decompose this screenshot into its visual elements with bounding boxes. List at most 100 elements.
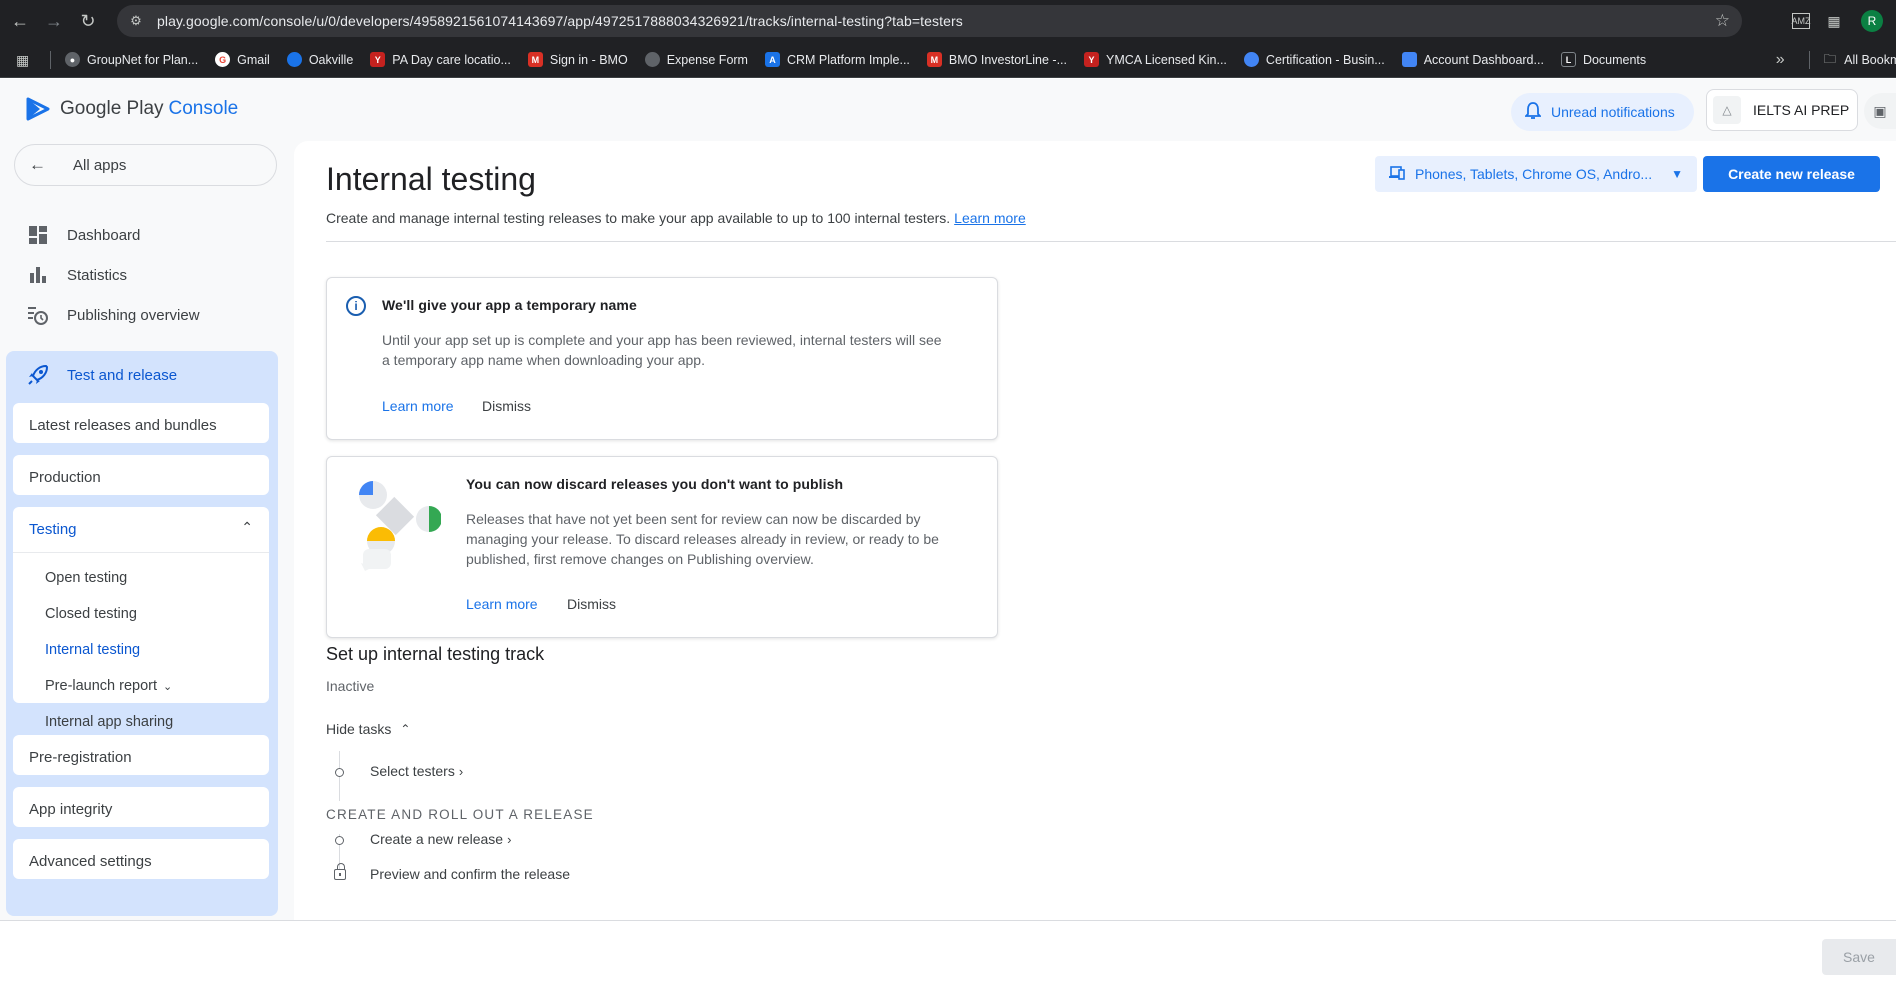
all-apps-button[interactable]: ← All apps bbox=[14, 144, 277, 186]
app-name: IELTS AI PREP bbox=[1753, 102, 1850, 118]
main-content: Internal testing Create and manage inter… bbox=[294, 141, 1896, 989]
globe-icon: ● bbox=[65, 52, 80, 67]
setup-section-title: Set up internal testing track bbox=[326, 644, 545, 664]
bookmark-item[interactable]: Y YMCA Licensed Kin... bbox=[1084, 52, 1227, 67]
forward-icon[interactable]: → bbox=[40, 7, 68, 35]
bookmark-item[interactable]: Certification - Busin... bbox=[1243, 52, 1385, 67]
play-console-app: Google Play Console ← All apps Dashboard… bbox=[0, 79, 1896, 989]
address-bar[interactable]: ⚙ play.google.com/console/u/0/developers… bbox=[117, 5, 1742, 37]
inbox-icon[interactable]: ▣ bbox=[1864, 93, 1896, 129]
card-body: Until your app set up is complete and yo… bbox=[382, 332, 942, 368]
task-pending-icon bbox=[335, 768, 344, 777]
task-label: Select testers bbox=[370, 763, 455, 779]
sidebar-item-label: Latest releases and bundles bbox=[29, 417, 217, 434]
bookmark-item[interactable]: L Documents bbox=[1560, 52, 1646, 67]
play-console-logo[interactable]: Google Play Console bbox=[26, 97, 238, 121]
site-info-icon[interactable]: ⚙ bbox=[127, 12, 145, 30]
bookmark-item[interactable]: Oakville bbox=[286, 52, 353, 67]
bookmark-item[interactable]: G Gmail bbox=[215, 52, 270, 67]
back-icon[interactable]: ← bbox=[6, 7, 34, 35]
page-description: Create and manage internal testing relea… bbox=[326, 210, 1026, 226]
extension-amz-icon[interactable]: AMZ bbox=[1792, 13, 1811, 29]
sidebar-item-latest-releases[interactable]: Latest releases and bundles bbox=[13, 403, 269, 443]
dismiss-button[interactable]: Dismiss bbox=[567, 596, 616, 612]
sidebar-item-open-testing[interactable]: Open testing bbox=[45, 570, 127, 586]
extensions-puzzle-icon[interactable]: ▦ bbox=[1820, 7, 1848, 35]
create-new-release-task[interactable]: Create a new release › bbox=[370, 831, 511, 847]
certification-icon bbox=[1243, 52, 1259, 67]
history-icon bbox=[26, 303, 50, 327]
url-text[interactable]: play.google.com/console/u/0/developers/4… bbox=[157, 13, 963, 29]
bookmark-star-icon[interactable]: ☆ bbox=[1715, 11, 1730, 31]
discard-releases-card: You can now discard releases you don't w… bbox=[326, 456, 998, 638]
bookmark-item[interactable]: ● GroupNet for Plan... bbox=[65, 52, 198, 67]
task-label: Create a new release bbox=[370, 831, 504, 847]
bookmark-item[interactable]: M BMO InvestorLine -... bbox=[926, 52, 1067, 67]
select-testers-task[interactable]: Select testers › bbox=[370, 763, 463, 779]
sidebar-item-advanced-settings[interactable]: Advanced settings bbox=[13, 839, 269, 879]
sidebar-testing-section: Testing ⌃ Open testing Closed testing In… bbox=[13, 507, 269, 730]
ymca-icon: Y bbox=[1084, 52, 1100, 67]
dropdown-caret-icon: ▼ bbox=[1671, 167, 1683, 181]
sidebar-item-pre-launch-report[interactable]: Pre-launch report ⌄ bbox=[45, 678, 172, 694]
sidebar-item-testing[interactable]: Testing bbox=[29, 521, 77, 538]
all-bookmarks-link[interactable]: All Bookmarks bbox=[1844, 53, 1896, 67]
card-title: We'll give your app a temporary name bbox=[382, 297, 637, 313]
sidebar-group-label: Test and release bbox=[67, 366, 178, 384]
discard-illustration-icon bbox=[359, 481, 441, 571]
sidebar-item-pre-registration[interactable]: Pre-registration bbox=[13, 735, 269, 775]
play-logo-icon bbox=[26, 97, 50, 121]
bookmark-item[interactable]: M Sign in - BMO bbox=[527, 52, 628, 67]
save-button[interactable]: Save bbox=[1822, 939, 1896, 975]
salesforce-icon bbox=[286, 52, 302, 67]
documents-icon: L bbox=[1560, 52, 1576, 67]
bar-chart-icon bbox=[26, 263, 50, 287]
bookmarks-divider bbox=[50, 50, 51, 69]
apps-grid-icon[interactable]: ▦ bbox=[16, 52, 32, 68]
sidebar-item-statistics[interactable]: Statistics bbox=[26, 263, 127, 287]
create-new-release-button[interactable]: Create new release bbox=[1703, 156, 1880, 192]
sidebar-item-closed-testing[interactable]: Closed testing bbox=[45, 606, 137, 622]
bmo-icon: M bbox=[527, 52, 543, 67]
chevron-right-icon: › bbox=[507, 832, 512, 847]
sidebar-item-internal-testing[interactable]: Internal testing bbox=[45, 642, 140, 658]
device-type-select[interactable]: Phones, Tablets, Chrome OS, Andro... ▼ bbox=[1375, 156, 1697, 192]
dismiss-button[interactable]: Dismiss bbox=[482, 398, 531, 414]
rocket-icon bbox=[28, 364, 49, 385]
sidebar-item-internal-app-sharing[interactable]: Internal app sharing bbox=[45, 714, 173, 730]
profile-avatar[interactable]: R bbox=[1858, 7, 1886, 35]
temporary-name-card: i We'll give your app a temporary name U… bbox=[326, 277, 998, 440]
sidebar-item-label: Advanced settings bbox=[29, 853, 152, 870]
sidebar-item-test-and-release[interactable]: Test and release bbox=[26, 363, 177, 387]
sidebar-item-label: Statistics bbox=[67, 266, 128, 284]
sidebar-item-publishing-overview[interactable]: Publishing overview bbox=[26, 303, 200, 327]
brand-google-play: Google Play bbox=[60, 98, 164, 119]
preview-confirm-task: Preview and confirm the release bbox=[370, 866, 570, 882]
hide-tasks-toggle[interactable]: Hide tasks ⌃ bbox=[326, 721, 410, 737]
learn-more-link[interactable]: Learn more bbox=[954, 210, 1026, 226]
app-thumbnail-icon: △ bbox=[1713, 96, 1741, 124]
unread-notifications-button[interactable]: Unread notifications bbox=[1511, 93, 1694, 131]
sidebar-item-production[interactable]: Production bbox=[13, 455, 269, 495]
footer-bar: Save bbox=[0, 920, 1896, 989]
task-pending-icon bbox=[335, 836, 344, 845]
sidebar-item-dashboard[interactable]: Dashboard bbox=[26, 223, 140, 247]
app-switcher[interactable]: △ IELTS AI PREP bbox=[1706, 89, 1858, 131]
learn-more-link[interactable]: Learn more bbox=[382, 398, 454, 414]
bookmark-item[interactable]: Expense Form bbox=[644, 52, 748, 67]
bookmark-item[interactable]: Y PA Day care locatio... bbox=[370, 52, 511, 67]
devices-icon bbox=[1389, 165, 1405, 183]
bookmark-item[interactable]: Account Dashboard... bbox=[1401, 52, 1544, 67]
reload-icon[interactable]: ↻ bbox=[74, 7, 102, 35]
sidebar-item-label: App integrity bbox=[29, 801, 113, 818]
learn-more-link[interactable]: Learn more bbox=[466, 596, 538, 612]
chevron-up-icon[interactable]: ⌃ bbox=[241, 519, 253, 536]
track-status: Inactive bbox=[326, 678, 375, 694]
globe-icon bbox=[644, 52, 660, 67]
unread-notifications-label: Unread notifications bbox=[1551, 104, 1675, 120]
more-bookmarks-icon[interactable]: » bbox=[1776, 51, 1785, 69]
device-select-value: Phones, Tablets, Chrome OS, Andro... bbox=[1415, 166, 1653, 182]
sidebar-item-app-integrity[interactable]: App integrity bbox=[13, 787, 269, 827]
bookmark-item[interactable]: A CRM Platform Imple... bbox=[764, 52, 910, 67]
browser-toolbar: ← → ↻ ⚙ play.google.com/console/u/0/deve… bbox=[0, 0, 1896, 42]
